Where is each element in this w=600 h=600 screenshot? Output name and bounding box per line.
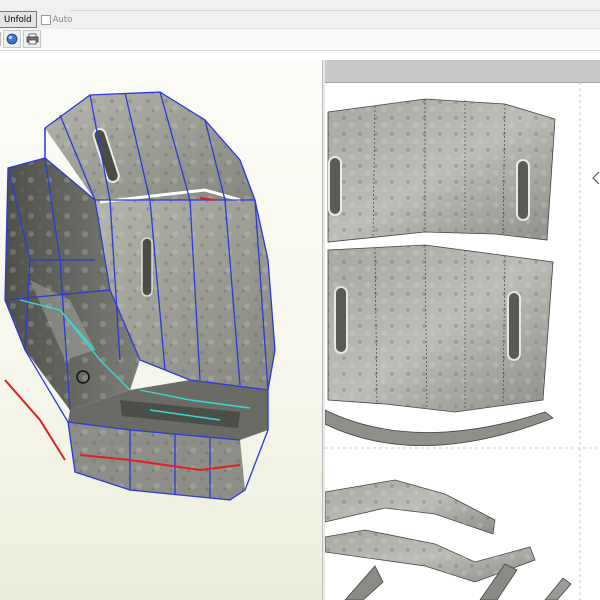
pattern-view-header bbox=[325, 60, 600, 83]
auto-checkbox-label: Auto bbox=[52, 14, 73, 25]
3d-model-viewport[interactable] bbox=[0, 60, 323, 600]
view-toolbar bbox=[0, 30, 43, 48]
top-toolbar-area bbox=[0, 0, 600, 29]
toolbar-divider bbox=[70, 10, 600, 11]
2d-pattern-view[interactable] bbox=[325, 60, 600, 600]
fold-marker-icon bbox=[592, 171, 600, 185]
helmet-3d-model bbox=[4, 91, 276, 501]
auto-checkbox-box[interactable] bbox=[40, 14, 51, 25]
pattern-part-lower-strips bbox=[325, 479, 572, 600]
view-3d-icon[interactable] bbox=[3, 30, 21, 48]
toolbar-divider-2 bbox=[70, 28, 600, 29]
unfold-toolbar: Unfold Auto bbox=[0, 11, 72, 28]
secondary-toolbar bbox=[0, 29, 600, 51]
pattern-part-top-panel bbox=[327, 98, 556, 243]
print-icon[interactable] bbox=[23, 30, 41, 48]
unfold-button[interactable]: Unfold bbox=[0, 11, 37, 28]
unfolded-parts-sheet bbox=[325, 82, 600, 600]
pattern-part-curved-strip bbox=[325, 409, 554, 446]
pattern-part-face-panel bbox=[327, 244, 554, 413]
auto-checkbox[interactable]: Auto bbox=[40, 14, 73, 25]
toolbar-separator bbox=[0, 32, 1, 46]
